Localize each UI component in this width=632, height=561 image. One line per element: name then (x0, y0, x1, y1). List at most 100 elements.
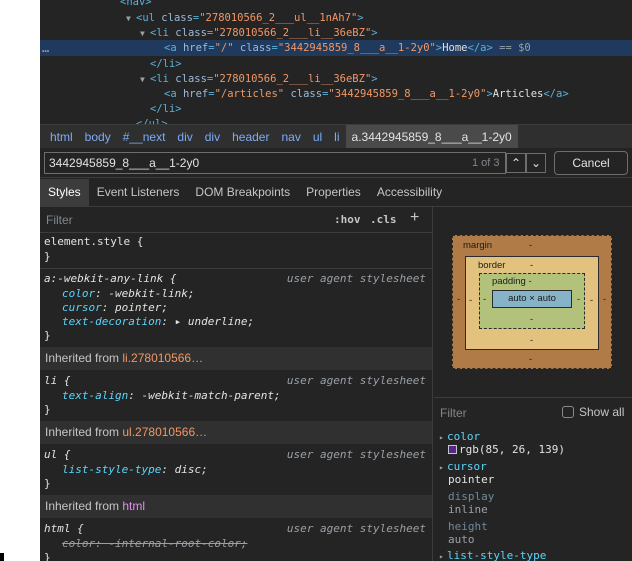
rule-selector[interactable]: li { (44, 374, 71, 388)
rule-close-brace: } (44, 250, 51, 263)
expand-triangle-icon: ▸ (439, 433, 444, 442)
computed-property[interactable]: ▸ color (439, 430, 480, 444)
box-model-margin[interactable]: margin - - - - border - - - - padding - … (452, 235, 612, 369)
box-model-border-label: border (478, 260, 506, 271)
breadcrumb-item[interactable]: nav (275, 125, 306, 149)
dom-token: > (357, 12, 364, 24)
show-all-checkbox[interactable]: Show all (562, 405, 624, 419)
css-value: pointer; (115, 301, 168, 314)
breadcrumb-item[interactable]: ul (307, 125, 328, 149)
dom-node-nav[interactable]: <nav> (40, 0, 632, 10)
tab-properties[interactable]: Properties (298, 179, 369, 206)
rule-selector[interactable]: ul { (44, 448, 71, 462)
breadcrumb-item[interactable]: div (171, 125, 198, 149)
inherited-selector-link[interactable]: html (122, 499, 145, 513)
inherited-selector-link[interactable]: ul.278010566… (122, 425, 207, 439)
dom-line-text: <li class="278010566_2___li__36eBZ"> (150, 73, 378, 85)
css-declaration-overridden[interactable]: color: -internal-root-color; (62, 537, 247, 551)
breadcrumb-item[interactable]: html (44, 125, 79, 149)
search-bar: 3442945859_8___a__1-2y0 1 of 3 ⌃ ⌄ Cance… (40, 148, 632, 178)
breadcrumb-item[interactable]: div (199, 125, 226, 149)
inherited-header: Inherited from li.278010566… (40, 347, 432, 370)
dom-line-text: <ul class="278010566_2___ul__1nAh7"> (136, 12, 364, 24)
computed-property[interactable]: ▸ list-style-type (439, 549, 546, 561)
element-style-selector[interactable]: element.style { (44, 235, 143, 249)
breadcrumb-item[interactable]: body (79, 125, 117, 149)
margin-right-value: - (603, 294, 607, 305)
box-model-padding-label: padding - (492, 276, 532, 287)
dom-node-li[interactable]: ▼ <li class="278010566_2___li__36eBZ"> (40, 25, 632, 41)
computed-property-name[interactable]: display (448, 490, 494, 503)
css-declaration[interactable]: cursor: pointer; (62, 301, 168, 315)
dom-token: "3442945859_8___a__1-2y0" (328, 88, 487, 100)
css-declaration[interactable]: text-decoration: ▸ underline; (62, 315, 254, 329)
computed-property-name: cursor (447, 460, 487, 473)
tab-styles[interactable]: Styles (40, 179, 89, 206)
rule-selector[interactable]: html { (44, 522, 84, 536)
computed-property-name[interactable]: height (448, 520, 488, 533)
dom-token: class (175, 73, 207, 85)
computed-styles: Filter Show all ▸ color rgb(85, 26, 139) … (434, 397, 632, 561)
computed-property-name: color (447, 430, 481, 443)
previous-match-button[interactable]: ⌃ (506, 153, 526, 173)
dom-token: class (239, 42, 272, 54)
tab-dom-breakpoints[interactable]: DOM Breakpoints (187, 179, 298, 206)
styles-filter-input[interactable]: Filter (46, 213, 73, 227)
rule-close-brace: } (44, 477, 51, 490)
search-input[interactable]: 3442945859_8___a__1-2y0 (44, 152, 506, 174)
dom-node-li[interactable]: ▼ <li class="278010566_2___li__36eBZ"> (40, 71, 632, 87)
css-declaration[interactable]: list-style-type: disc; (62, 463, 208, 477)
dom-node-ul[interactable]: ▼ <ul class="278010566_2___ul__1nAh7"> (40, 10, 632, 26)
match-count: 1 of 3 (472, 157, 500, 169)
show-all-label: Show all (579, 405, 625, 419)
breadcrumb-item[interactable]: li (328, 125, 345, 149)
breadcrumb-item[interactable]: #__next (117, 125, 172, 149)
css-value: ▸ underline; (174, 315, 255, 328)
class-toggle-button[interactable]: .cls (370, 213, 397, 226)
rule-selector[interactable]: a:-webkit-any-link { (44, 272, 176, 286)
next-match-button[interactable]: ⌄ (526, 153, 546, 173)
css-property: text-align (62, 389, 129, 402)
dom-token: class (290, 88, 323, 100)
breadcrumb-item[interactable]: header (226, 125, 275, 149)
computed-property[interactable]: ▸ cursor (439, 460, 487, 474)
tab-event-listeners[interactable]: Event Listeners (89, 179, 188, 206)
box-model-margin-label: margin (463, 240, 493, 251)
rule-close-brace: } (44, 329, 51, 342)
dom-node-a-selected[interactable]: … <a href="/" class="3442945859_8___a__1-… (40, 40, 632, 56)
dom-token: "278010566_2___li__36eBZ" (213, 73, 372, 85)
dom-token: "/" (214, 42, 234, 54)
dom-node-a[interactable]: <a href="/articles" class="3442945859_8_… (40, 86, 632, 102)
add-rule-icon[interactable]: + (410, 209, 419, 227)
breadcrumb-item[interactable]: a.3442945859_8___a__1-2y0 (345, 124, 518, 149)
rule-divider (40, 268, 432, 269)
more-icon[interactable]: … (42, 40, 49, 56)
dom-token: Home (442, 42, 468, 54)
css-declaration[interactable]: text-align: -webkit-match-parent; (62, 389, 281, 403)
computed-filter-input[interactable]: Filter (440, 406, 467, 420)
hover-state-button[interactable]: :hov (334, 213, 361, 226)
dom-node-li-close[interactable]: </li> (40, 101, 632, 117)
dom-node-li-close[interactable]: </li> (40, 56, 632, 72)
box-model-content[interactable]: auto × auto (492, 290, 572, 308)
box-model-padding[interactable]: padding - - - - auto × auto (479, 273, 585, 329)
box-model-border[interactable]: border - - - - padding - - - - auto × au… (465, 256, 599, 350)
inherited-header: Inherited from html (40, 495, 432, 518)
margin-top-value: - (529, 240, 533, 251)
cancel-button[interactable]: Cancel (554, 151, 628, 175)
margin-bottom-value: - (529, 354, 533, 365)
panel-tabs: Styles Event Listeners DOM Breakpoints P… (40, 179, 632, 207)
inherited-selector-link[interactable]: li.278010566… (122, 351, 203, 365)
computed-property-value: auto (448, 533, 475, 546)
rule-source: user agent stylesheet (286, 522, 426, 535)
dom-token: </li> (150, 103, 182, 115)
tab-accessibility[interactable]: Accessibility (369, 179, 450, 206)
color-swatch[interactable] (448, 445, 457, 454)
dom-token: "3442945859_8___a__1-2y0" (277, 42, 436, 54)
dom-line-text: <li class="278010566_2___li__36eBZ"> (150, 27, 378, 39)
computed-property-value: rgb(85, 26, 139) (448, 443, 565, 456)
css-declaration[interactable]: color: -webkit-link; (62, 287, 194, 301)
dom-node-ul-close[interactable]: </ul> (40, 116, 632, 124)
rule-close-brace: } (44, 403, 51, 416)
padding-left-value: - (483, 294, 487, 305)
